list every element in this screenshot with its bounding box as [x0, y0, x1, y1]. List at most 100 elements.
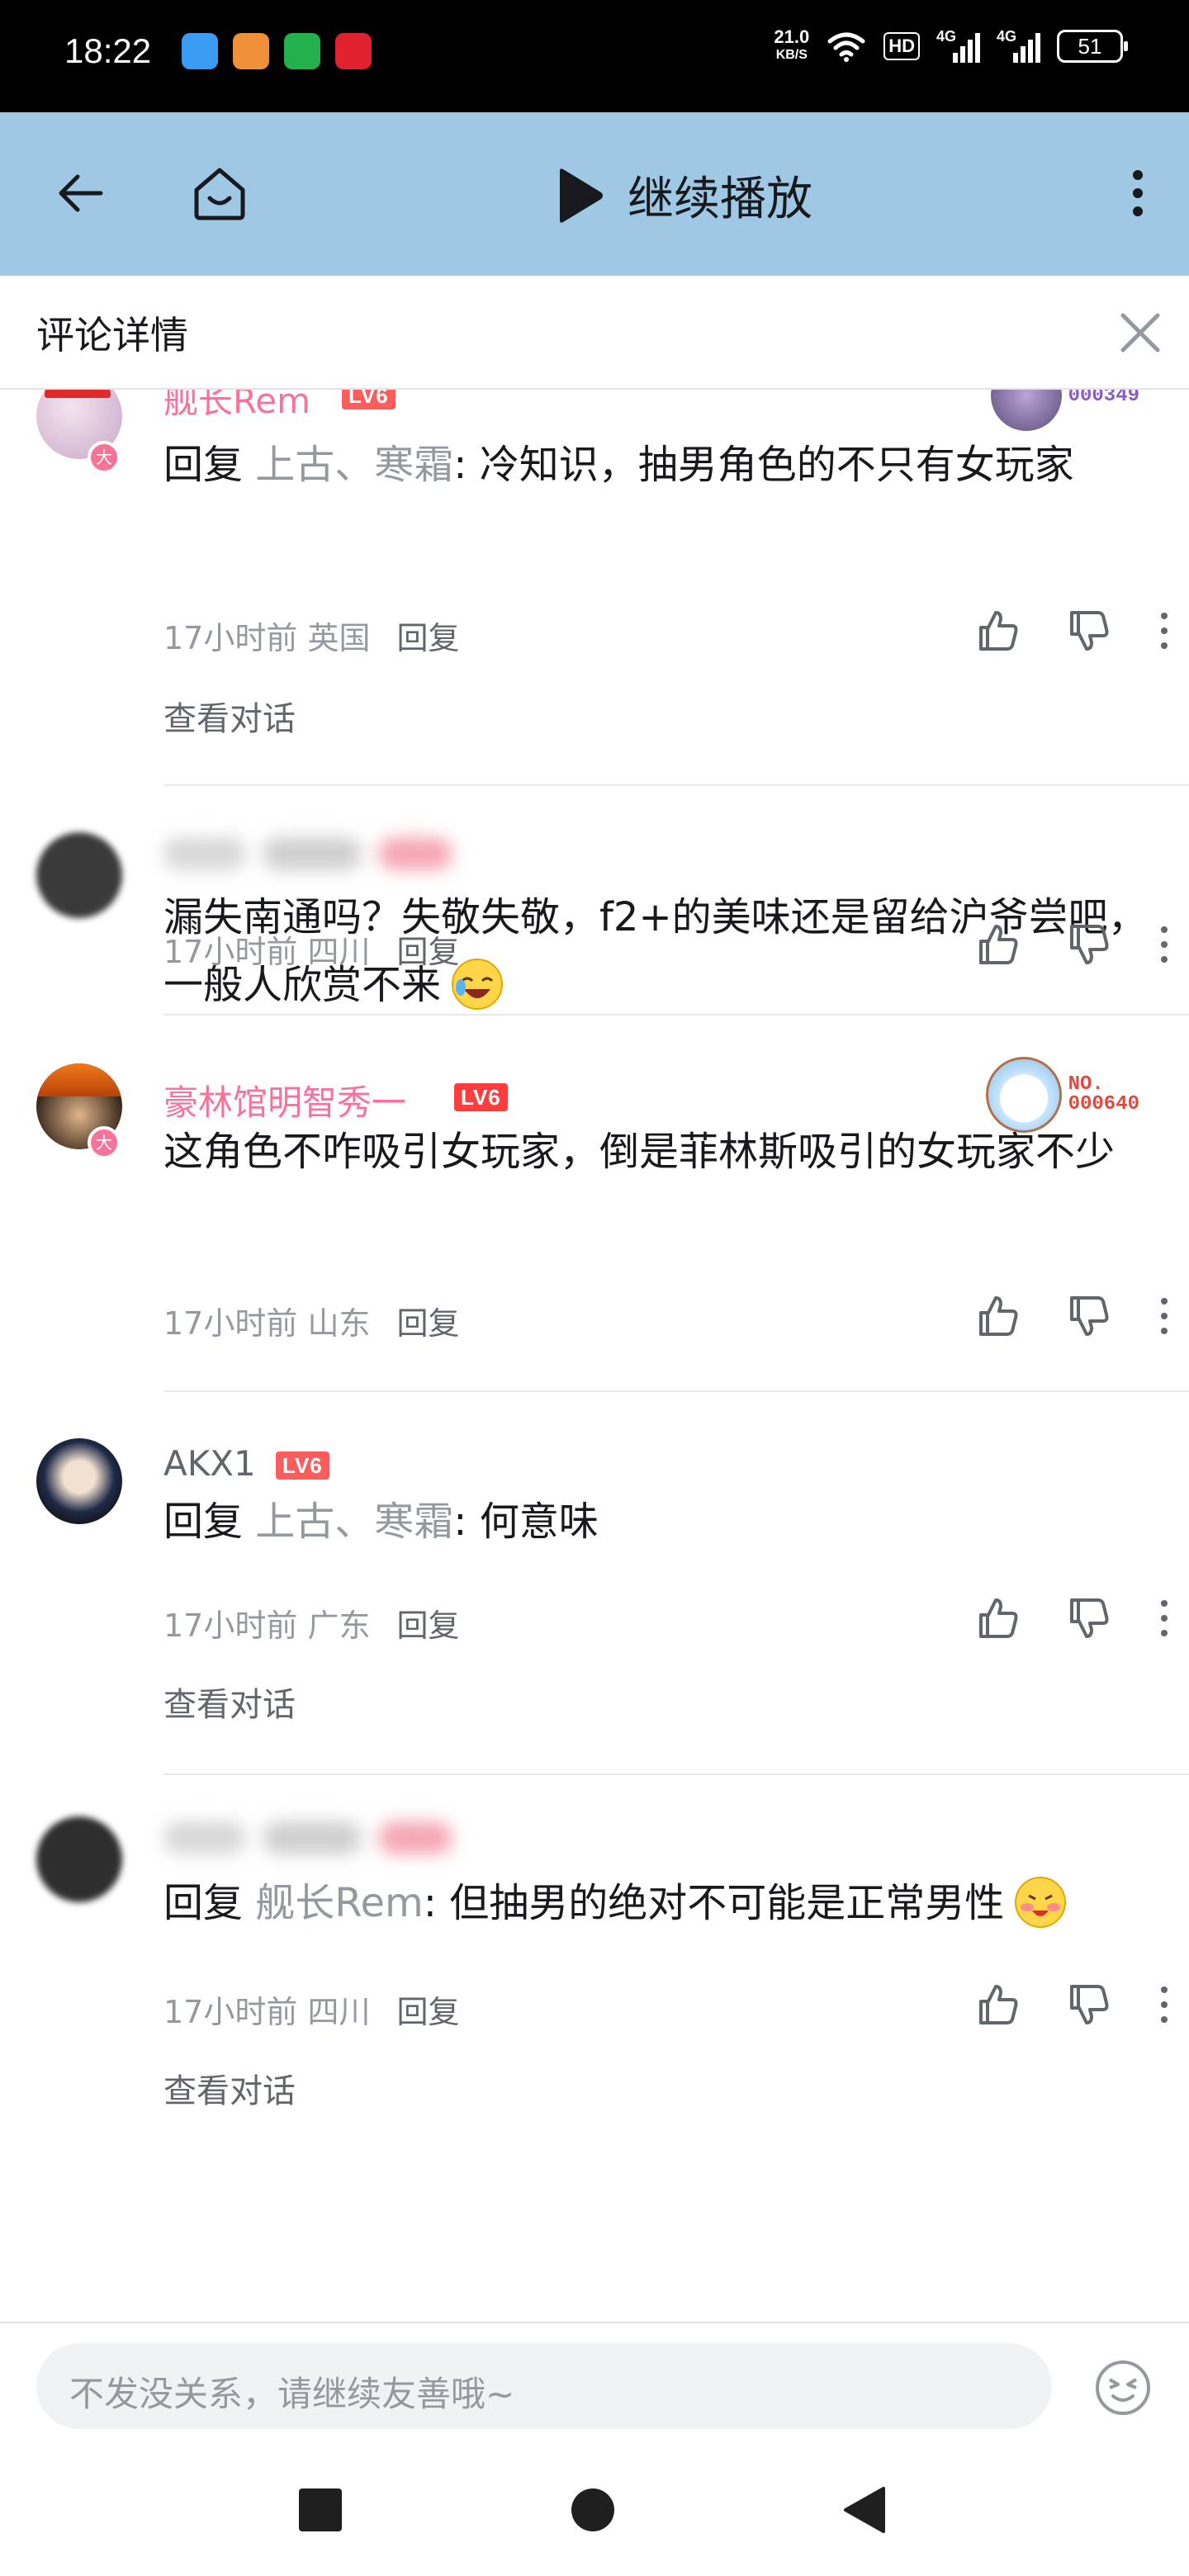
net-speed: 21.0 KB/S	[774, 28, 809, 64]
comment-body: : 但抽男的绝对不可能是正常男性	[423, 1880, 1005, 1926]
thumbs-down-icon[interactable]	[1065, 608, 1111, 654]
hd-badge: HD	[883, 32, 920, 60]
comment-text: 回复 舰长Rem: 但抽男的绝对不可能是正常男性	[163, 1869, 1187, 1937]
reply-button[interactable]: 回复	[396, 1600, 459, 1646]
blushing-emoji-icon	[1015, 1877, 1067, 1928]
wifi-icon	[827, 32, 865, 62]
level-badge: LV6	[342, 390, 396, 410]
thumbs-up-icon[interactable]	[974, 1293, 1021, 1339]
back-nav-button[interactable]	[839, 2484, 892, 2536]
reply-button[interactable]: 回复	[396, 1298, 459, 1343]
status-time: 18:22	[64, 31, 152, 70]
more-menu-button[interactable]	[1098, 154, 1177, 233]
comment-body: : 何意味	[453, 1499, 599, 1545]
comment-divider	[163, 1014, 1189, 1016]
fan-card-digits: 000640	[1068, 1093, 1139, 1115]
continue-play-button[interactable]: 继续播放	[553, 162, 812, 229]
play-icon	[560, 168, 603, 223]
reply-target[interactable]: 舰长Rem	[255, 1880, 424, 1926]
reply-prefix: 回复	[163, 1880, 256, 1926]
panel-title: 评论详情	[36, 313, 188, 358]
thumbs-up-icon[interactable]	[974, 1595, 1021, 1641]
comment-item: 回复 舰长Rem: 但抽男的绝对不可能是正常男性 17小时前 四川 回复 查看对…	[0, 1775, 1189, 2237]
continue-play-label: 继续播放	[628, 173, 812, 226]
thumbs-down-icon[interactable]	[1065, 1982, 1111, 2028]
fan-card[interactable]: 000349	[990, 390, 1139, 431]
comment-input-bar: 不发没关系，请继续友善哦~	[0, 2322, 1189, 2446]
status-right: 21.0 KB/S HD 4G 4G 51	[774, 28, 1128, 64]
comment-text: 回复 上古、寒霜: 何意味	[163, 1488, 1138, 1556]
reply-prefix: 回复	[163, 442, 256, 488]
emoji-face-icon[interactable]	[1093, 2358, 1153, 2417]
comment-item: AKX1 LV6 回复 上古、寒霜: 何意味 17小时前 广东 回复 查看对话	[0, 1392, 1189, 1788]
thumbs-up-icon[interactable]	[974, 1982, 1021, 2028]
reply-button[interactable]: 回复	[396, 1986, 459, 2032]
iqiyi-app-icon	[284, 33, 320, 69]
reply-button[interactable]: 回复	[396, 926, 459, 972]
view-dialog-link[interactable]: 查看对话	[163, 692, 296, 740]
comment-input-placeholder: 不发没关系，请继续友善哦~	[69, 2374, 515, 2414]
signal-2-label: 4G	[997, 28, 1017, 45]
more-vertical-icon[interactable]	[1156, 1293, 1172, 1339]
net-speed-value: 21.0	[774, 26, 810, 47]
recents-button[interactable]	[294, 2484, 347, 2536]
more-vertical-icon[interactable]	[1156, 1595, 1172, 1641]
comment-location: 四川	[307, 934, 371, 970]
comment-text: 回复 上古、寒霜: 冷知识，抽男角色的不只有女玩家	[163, 431, 1138, 499]
comment-meta: 17小时前 山东 回复	[163, 1298, 459, 1343]
thumbs-down-icon[interactable]	[1065, 1595, 1111, 1641]
game-app-icon	[233, 33, 269, 69]
fan-card-avatar-icon	[990, 390, 1062, 431]
comment-username-blurred[interactable]	[163, 1821, 452, 1854]
red-app-icon	[335, 33, 372, 69]
notification-icons	[182, 33, 372, 69]
home-button[interactable]	[180, 154, 259, 233]
avatar[interactable]	[36, 1438, 122, 1524]
comment-actions	[974, 608, 1172, 654]
square-icon	[299, 2488, 342, 2531]
comment-location: 山东	[307, 1305, 371, 1342]
comment-list[interactable]: 大 舰长Rem LV6 000349 回复 上古、寒霜: 冷知识，抽男角色的不只…	[0, 390, 1189, 2322]
more-vertical-icon[interactable]	[1156, 1982, 1172, 2028]
thumbs-down-icon[interactable]	[1065, 921, 1111, 968]
home-nav-button[interactable]	[566, 2484, 619, 2536]
view-dialog-link[interactable]: 查看对话	[163, 2064, 296, 2112]
comment-time: 17小时前	[163, 1994, 298, 2030]
comment-meta: 17小时前 四川 回复	[163, 1986, 459, 2032]
comment-location: 英国	[307, 620, 371, 656]
thumbs-up-icon[interactable]	[974, 921, 1021, 968]
reply-target[interactable]: 上古、寒霜	[255, 1499, 453, 1545]
comment-actions	[974, 921, 1172, 968]
more-vertical-icon[interactable]	[1156, 921, 1172, 968]
battery-indicator: 51	[1057, 30, 1128, 63]
comment-actions	[974, 1982, 1172, 2028]
close-icon[interactable]	[1111, 304, 1169, 362]
view-dialog-link[interactable]: 查看对话	[163, 1678, 296, 1726]
comment-meta: 17小时前 英国 回复	[163, 613, 459, 658]
fan-card-number: 000349	[1068, 390, 1139, 407]
comment-body: : 冷知识，抽男角色的不只有女玩家	[453, 442, 1074, 488]
fan-card-number: NO. 000640	[1068, 1075, 1139, 1115]
home-icon	[194, 168, 245, 220]
more-vertical-icon[interactable]	[1156, 608, 1172, 654]
thumbs-up-icon[interactable]	[974, 608, 1021, 654]
back-arrow-icon	[59, 174, 103, 212]
level-badge: LV6	[454, 1083, 508, 1111]
comment-actions	[974, 1595, 1172, 1641]
level-badge: LV6	[276, 1451, 329, 1480]
circle-icon	[571, 2488, 614, 2531]
signal-2-icon: 4G	[997, 28, 1040, 63]
reply-prefix: 回复	[163, 1499, 256, 1545]
comment-location: 广东	[307, 1608, 371, 1644]
comment-username[interactable]: AKX1	[163, 1443, 256, 1484]
reply-button[interactable]: 回复	[396, 613, 459, 658]
comment-username[interactable]: 舰长Rem	[163, 390, 310, 424]
app-header: 继续播放	[0, 112, 1189, 276]
thumbs-down-icon[interactable]	[1065, 1293, 1111, 1339]
comment-input[interactable]: 不发没关系，请继续友善哦~	[36, 2343, 1052, 2429]
signal-1-icon: 4G	[936, 28, 980, 63]
triangle-back-icon	[844, 2487, 885, 2533]
back-button[interactable]	[41, 154, 121, 233]
avatar[interactable]	[36, 1816, 122, 1902]
reply-target[interactable]: 上古、寒霜	[255, 442, 453, 488]
